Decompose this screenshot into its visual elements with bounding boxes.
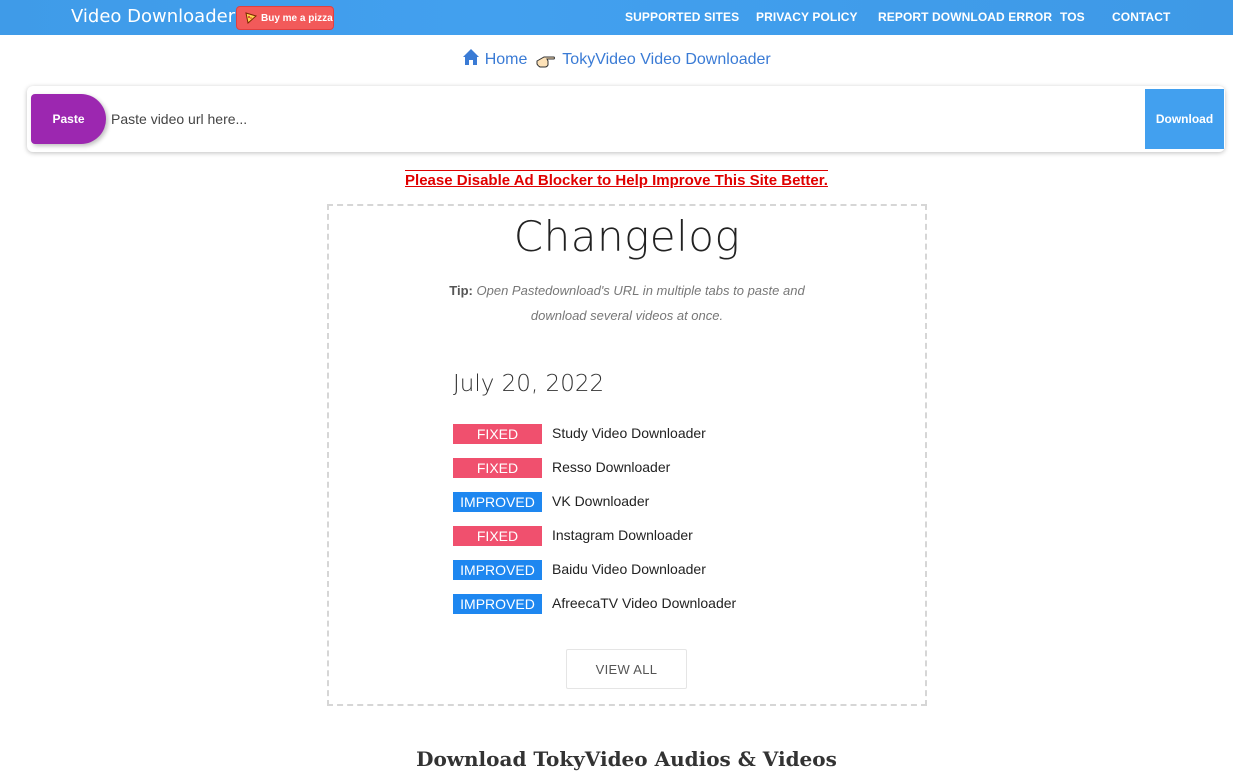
breadcrumb: Home TokyVideo Video Downloader xyxy=(0,48,1233,69)
status-badge: FIXED xyxy=(453,424,542,444)
nav-privacy-policy[interactable]: PRIVACY POLICY xyxy=(756,10,858,24)
status-badge: IMPROVED xyxy=(453,492,542,512)
changelog-title: Changelog xyxy=(513,212,741,261)
pointing-hand-icon xyxy=(536,56,555,68)
nav-supported-sites[interactable]: SUPPORTED SITES xyxy=(625,10,739,24)
view-all-button[interactable]: VIEW ALL xyxy=(566,649,687,689)
video-url-input[interactable] xyxy=(111,108,1011,130)
changelog-tip: Tip: Open Pastedownload's URL in multipl… xyxy=(439,278,815,328)
entry-text: AfreecaTV Video Downloader xyxy=(552,595,737,611)
tip-label: Tip: xyxy=(449,283,473,298)
nav-tos[interactable]: TOS xyxy=(1060,10,1085,24)
ad-blocker-notice-text: Please Disable Ad Blocker to Help Improv… xyxy=(405,170,828,189)
status-badge: IMPROVED xyxy=(453,560,542,580)
nav-report-download-error[interactable]: REPORT DOWNLOAD ERROR xyxy=(878,10,1052,24)
nav-contact[interactable]: CONTACT xyxy=(1112,10,1170,24)
changelog-card: Changelog Tip: Open Pastedownload's URL … xyxy=(327,204,927,706)
entry-text: VK Downloader xyxy=(552,493,650,509)
tip-text: Open Pastedownload's URL in multiple tab… xyxy=(476,283,805,323)
entry-text: Study Video Downloader xyxy=(552,425,706,441)
ad-blocker-notice[interactable]: Please Disable Ad Blocker to Help Improv… xyxy=(0,170,1233,189)
changelog-date: July 20, 2022 xyxy=(453,371,605,397)
entry-text: Instagram Downloader xyxy=(552,527,693,543)
status-badge: FIXED xyxy=(453,458,542,478)
paste-button[interactable]: Paste xyxy=(31,94,106,144)
breadcrumb-current[interactable]: TokyVideo Video Downloader xyxy=(562,51,770,68)
url-search-box: Paste Download xyxy=(27,86,1225,152)
navbar: Video Downloader Buy me a pizza SUPPORTE… xyxy=(0,0,1233,35)
breadcrumb-home[interactable]: Home xyxy=(485,51,528,68)
entry-text: Baidu Video Downloader xyxy=(552,561,706,577)
home-icon[interactable] xyxy=(462,48,480,66)
status-badge: IMPROVED xyxy=(453,594,542,614)
pizza-icon xyxy=(245,12,257,24)
pizza-label: Buy me a pizza xyxy=(261,12,333,24)
section-heading: Download TokyVideo Audios & Videos xyxy=(416,747,837,771)
brand-logo[interactable]: Video Downloader xyxy=(71,6,235,27)
buy-me-a-pizza-button[interactable]: Buy me a pizza xyxy=(236,6,334,30)
download-button[interactable]: Download xyxy=(1145,89,1224,149)
status-badge: FIXED xyxy=(453,526,542,546)
entry-text: Resso Downloader xyxy=(552,459,671,475)
